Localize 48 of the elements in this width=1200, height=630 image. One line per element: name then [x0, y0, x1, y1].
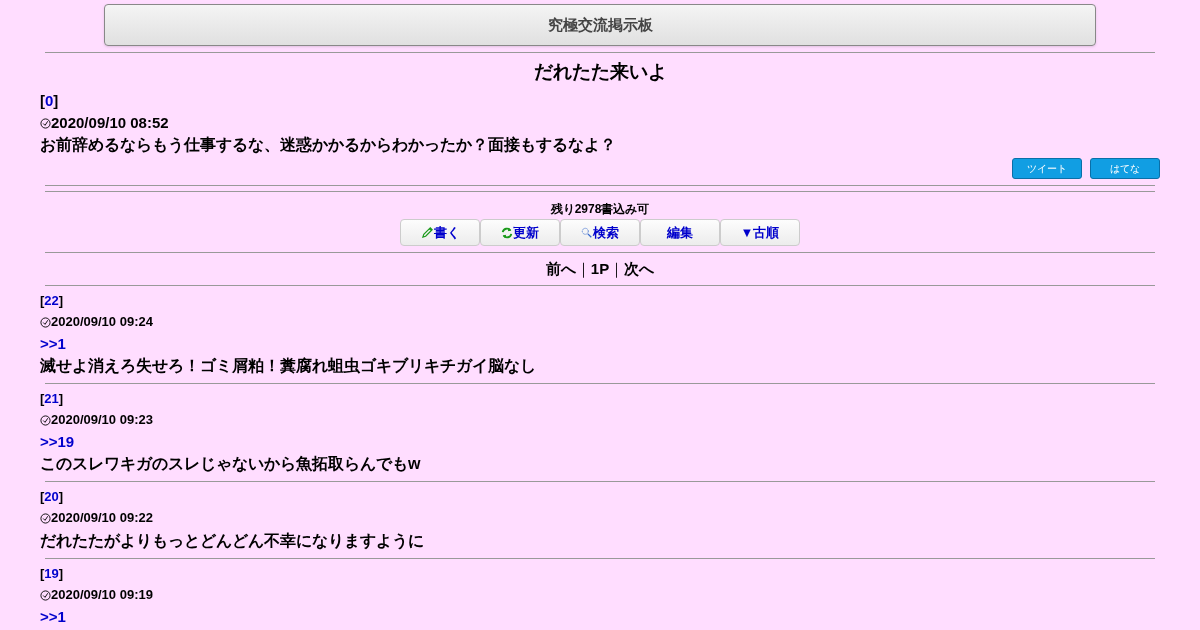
- post-time: 2020/09/10 09:19: [51, 586, 153, 604]
- pencil-icon: [420, 226, 434, 239]
- post-time: 2020/09/10 09:23: [51, 411, 153, 429]
- bracket: ]: [58, 293, 64, 308]
- clock-icon: [40, 589, 51, 601]
- remaining-count: 残り2978書込み可: [549, 201, 651, 218]
- refresh-icon: [501, 226, 513, 239]
- pager-separator: ｜: [575, 259, 591, 279]
- clock-icon: [40, 512, 51, 524]
- post-time: 2020/09/10 08:52: [51, 113, 169, 133]
- reply-link[interactable]: >>1: [40, 606, 1160, 627]
- bracket: [: [40, 92, 45, 109]
- thread-title: だれたた来いよ: [532, 60, 668, 84]
- post-body: お前辞めるならもう仕事するな、迷惑かかるからわかったか？面接もするなよ？: [40, 135, 617, 156]
- post-time: 2020/09/10 09:24: [51, 313, 153, 331]
- board-title: 究極交流掲示板: [547, 14, 653, 35]
- toolbar-button[interactable]: 編集: [640, 219, 720, 246]
- toolbar-button[interactable]: 書く: [400, 219, 480, 246]
- toolbar-button[interactable]: 検索: [560, 219, 640, 246]
- bracket: ]: [58, 566, 64, 581]
- post-body: 滅せよ消えろ失せろ！ゴミ屑粕！糞腐れ蛆虫ゴキブリキチガイ脳なし: [40, 356, 537, 377]
- pager-link[interactable]: 前へ: [545, 259, 576, 279]
- bracket: [: [40, 489, 45, 504]
- bracket: ]: [58, 489, 64, 504]
- toolbar-button[interactable]: ▼古順: [720, 219, 800, 246]
- search-icon: [581, 226, 593, 239]
- reply-link[interactable]: >>1: [40, 333, 1160, 354]
- bracket: [: [40, 391, 45, 406]
- bracket: [: [40, 566, 45, 581]
- post-body: このスレワキガのスレじゃないから魚拓取らんでもw: [40, 454, 422, 475]
- clock-icon: [40, 316, 51, 328]
- post-number-link[interactable]: 0: [45, 92, 54, 109]
- clock-icon: [40, 117, 51, 129]
- pager-link[interactable]: 次へ: [624, 259, 655, 279]
- toolbar-button[interactable]: 更新: [480, 219, 560, 246]
- bracket: [: [40, 293, 45, 308]
- bracket: ]: [58, 391, 64, 406]
- pager-separator: ｜: [609, 259, 625, 279]
- post-number-link[interactable]: 22: [44, 293, 59, 308]
- pager-link[interactable]: 1P: [590, 259, 610, 279]
- reply-link[interactable]: >>19: [40, 431, 1160, 452]
- post-time: 2020/09/10 09:22: [51, 509, 153, 527]
- clock-icon: [40, 414, 51, 426]
- bracket: ]: [53, 92, 59, 109]
- post-body: だれたたがよりもっとどんどん不幸になりますように: [40, 531, 425, 552]
- post-number-link[interactable]: 19: [44, 566, 59, 581]
- post-number-link[interactable]: 21: [44, 391, 59, 406]
- post-number-link[interactable]: 20: [44, 489, 59, 504]
